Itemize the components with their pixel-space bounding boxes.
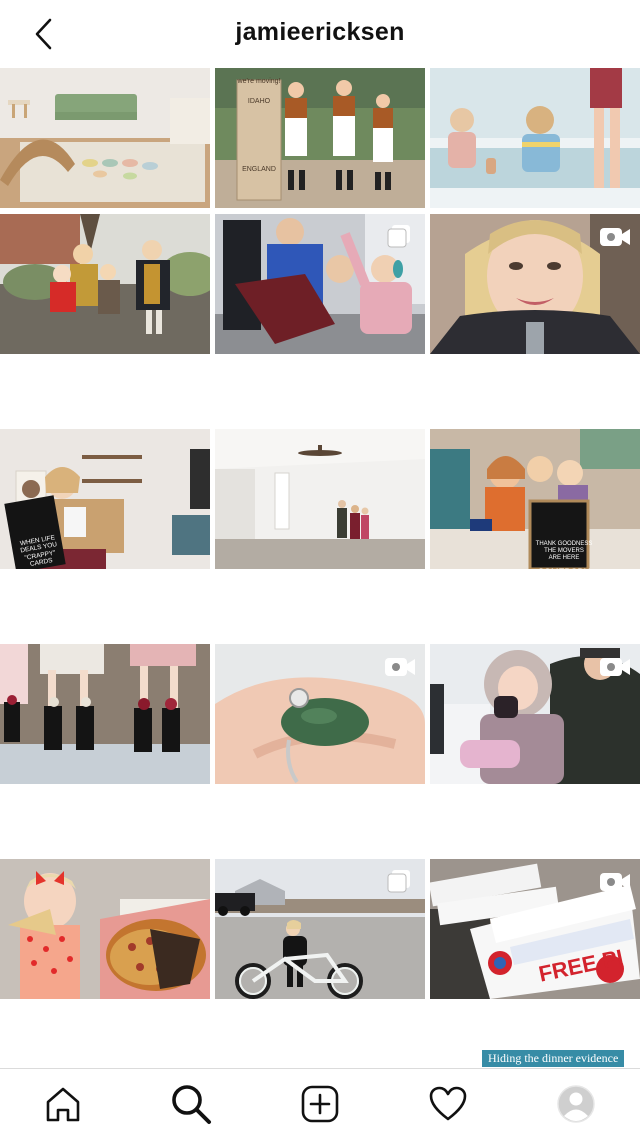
post-thumbnail[interactable] xyxy=(215,859,425,1069)
post-thumbnail[interactable] xyxy=(215,644,425,854)
moving-sign: we're moving! IDAHO ENGLAND xyxy=(237,78,281,174)
nav-activity-button[interactable] xyxy=(426,1082,470,1126)
bottom-navigation xyxy=(0,1068,640,1138)
heart-icon xyxy=(429,1086,467,1121)
post-thumbnail[interactable] xyxy=(430,644,640,854)
nav-profile-button[interactable] xyxy=(554,1082,598,1126)
post-thumbnail[interactable] xyxy=(215,429,425,639)
post-thumbnail[interactable] xyxy=(215,214,425,424)
playroom-photo xyxy=(0,68,210,208)
post-thumbnail[interactable]: WHEN LIFE DEALS YOU "CRAPPY" CARDS BUILD… xyxy=(0,429,210,639)
board-line: HAD TO FIND THE xyxy=(538,577,590,584)
letterboard-text: THANK GOODNESS THE MOVERS ARE HERE SOMEB… xyxy=(532,541,596,591)
kids-tub-photo xyxy=(430,68,640,208)
video-camera-icon xyxy=(600,658,630,676)
nav-home-button[interactable] xyxy=(41,1082,85,1126)
profile-avatar-icon xyxy=(557,1085,595,1123)
post-thumbnail[interactable] xyxy=(0,644,210,854)
board-line: REMOTE xyxy=(551,583,577,590)
empty-house-photo xyxy=(215,429,425,569)
multiple-posts-icon xyxy=(387,870,410,893)
family-outdoors-photo xyxy=(0,214,210,354)
add-post-icon xyxy=(301,1085,339,1123)
board-line: THANK GOODNESS xyxy=(535,541,593,547)
sign-line: we're moving! xyxy=(237,78,281,85)
board-line: SOMEBODY xyxy=(537,566,590,577)
home-icon xyxy=(46,1087,80,1122)
video-caption: Hiding the dinner evidence xyxy=(482,1050,625,1067)
post-thumbnail[interactable]: FREE PI Hiding the dinner evidence xyxy=(430,859,640,1069)
board-line: ARE HERE xyxy=(548,554,580,561)
sign-line: ENGLAND xyxy=(242,166,276,174)
nav-search-button[interactable] xyxy=(169,1082,213,1126)
board-line: THE MOVERS xyxy=(544,547,584,554)
sign-line: IDAHO xyxy=(247,98,271,106)
profile-username: jamieericksen xyxy=(235,18,405,46)
pizza-girl-photo xyxy=(0,859,210,999)
profile-header: jamieericksen xyxy=(0,0,640,68)
post-thumbnail[interactable] xyxy=(0,214,210,424)
post-thumbnail[interactable]: THANK GOODNESS THE MOVERS ARE HERE SOMEB… xyxy=(430,429,640,639)
video-camera-icon xyxy=(600,873,630,891)
multiple-posts-icon xyxy=(387,225,410,248)
video-camera-icon xyxy=(600,228,630,246)
nav-new-post-button[interactable] xyxy=(298,1082,342,1126)
video-camera-icon xyxy=(385,658,415,676)
rain-boots-photo xyxy=(0,644,210,784)
post-thumbnail[interactable] xyxy=(430,214,640,424)
letterboard-text: WHEN LIFE DEALS YOU "CRAPPY" CARDS BUILD… xyxy=(9,533,74,600)
search-icon xyxy=(172,1085,211,1124)
post-thumbnail[interactable] xyxy=(0,859,210,1069)
